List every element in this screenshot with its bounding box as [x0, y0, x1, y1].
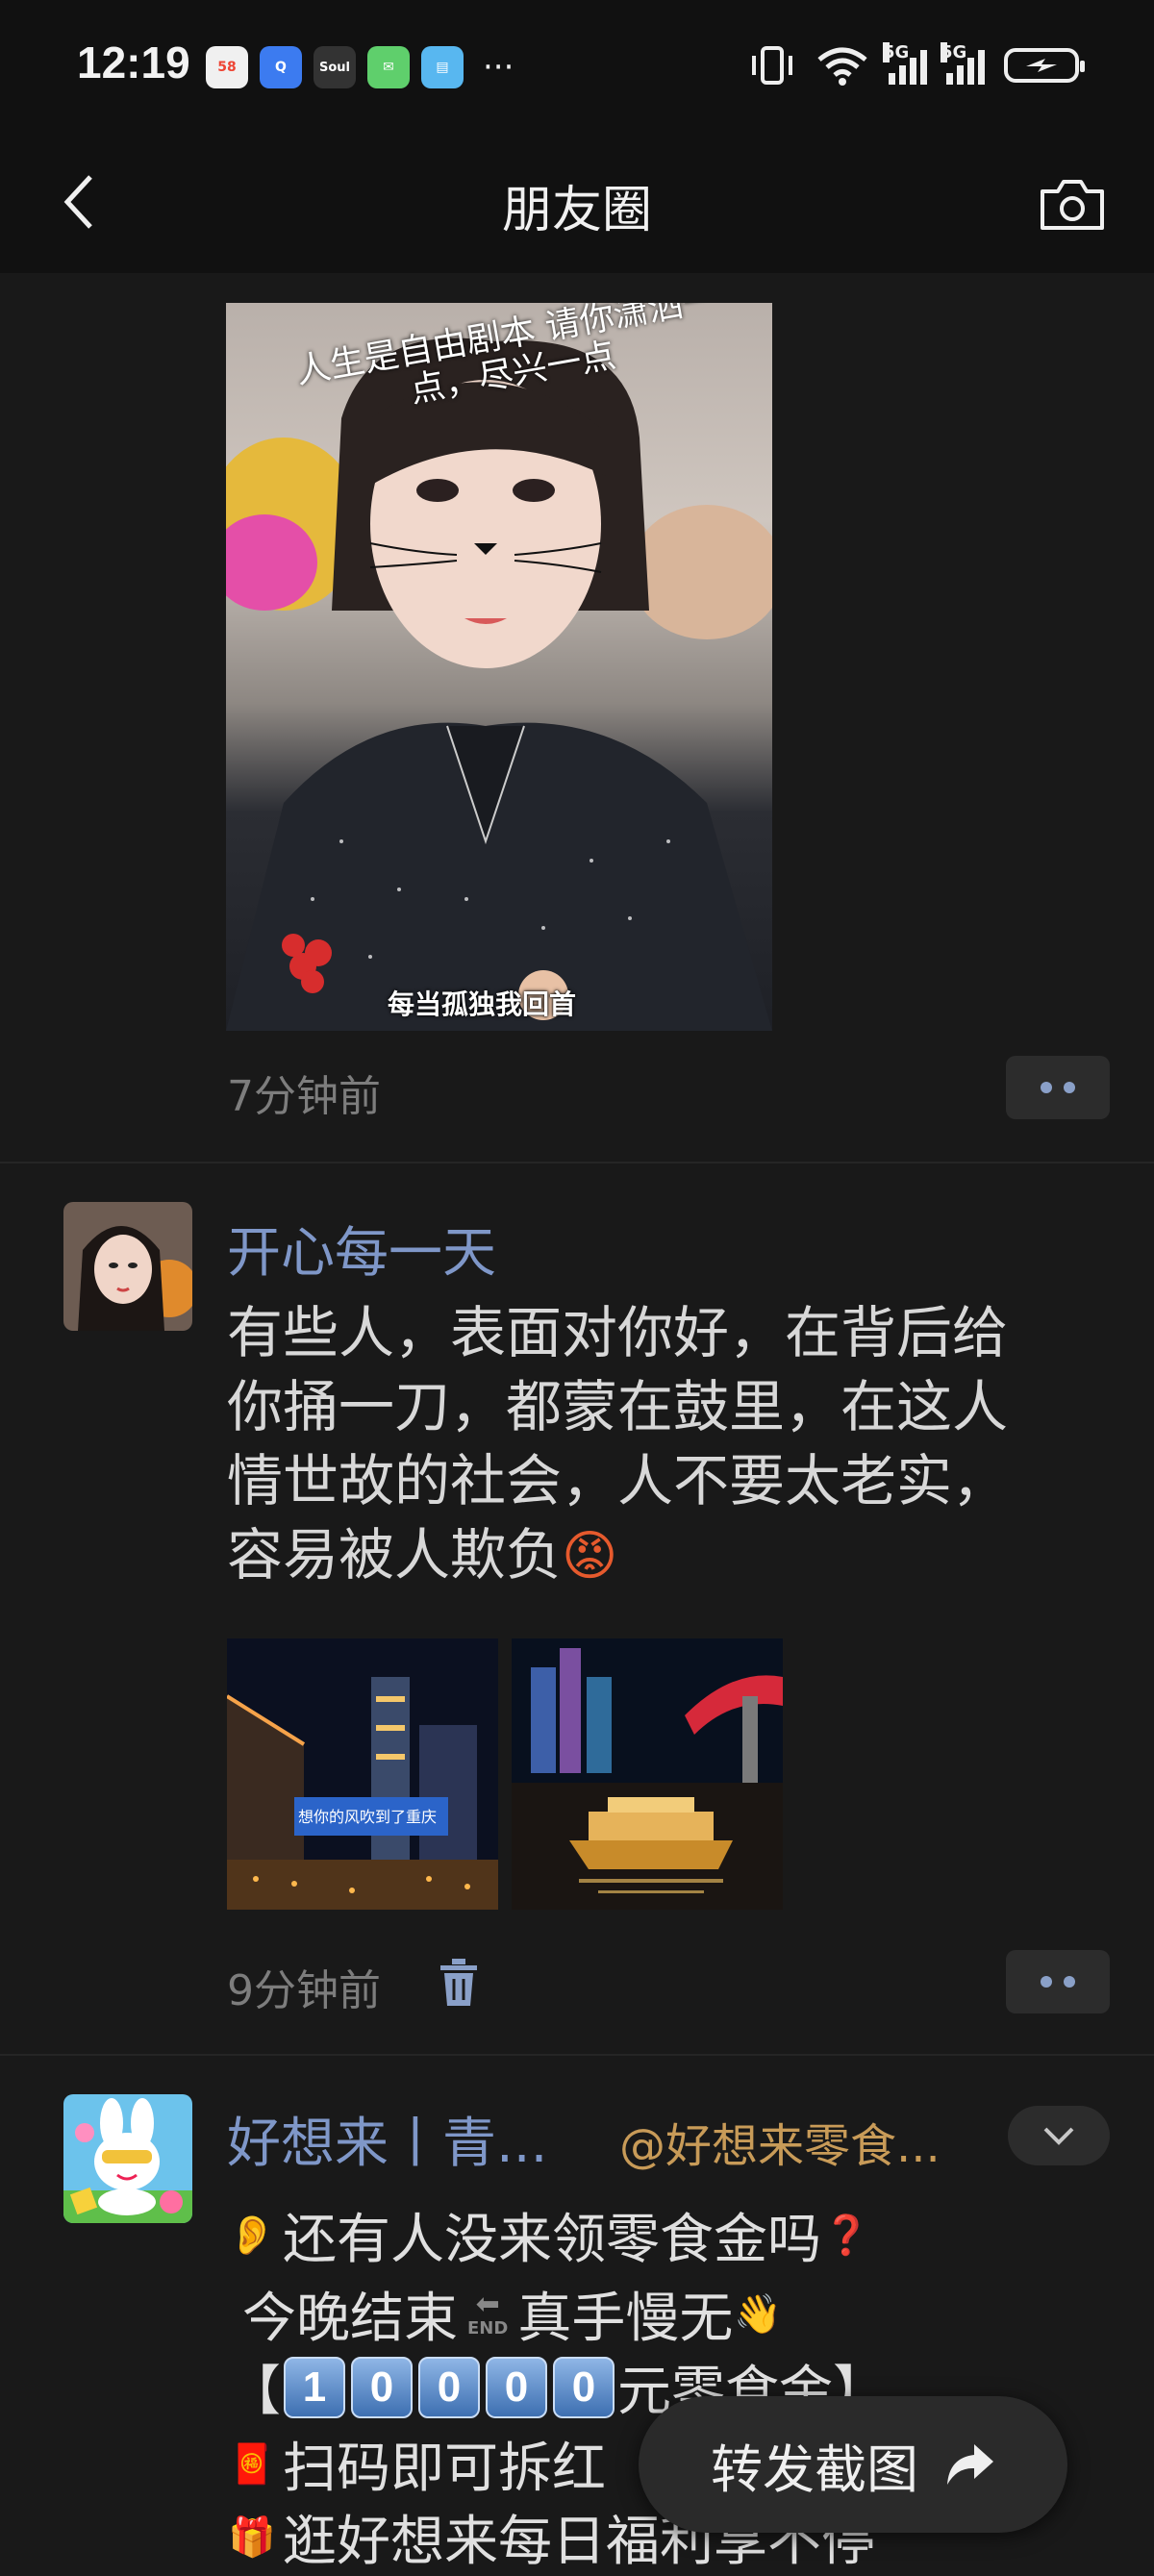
- avatar[interactable]: [63, 1202, 192, 1331]
- red-envelope-icon: 🧧: [228, 2442, 276, 2487]
- chat-app-icon: ✉: [367, 46, 410, 88]
- book-app-icon: ▤: [421, 46, 464, 88]
- avatar[interactable]: [63, 2094, 192, 2223]
- angry-face-icon: 😡: [562, 1525, 618, 1588]
- post-timestamp: 7分钟前: [227, 1072, 381, 1121]
- post-text-line: 容易被人欺负: [227, 1522, 563, 1588]
- collapse-button[interactable]: [1008, 2106, 1110, 2165]
- post-text: 有些人，表面对你好，在背后给 你捅一刀，都蒙在鼓里，在这人 情世故的社会，人不要…: [227, 1296, 1121, 1593]
- share-screenshot-button[interactable]: 转发截图: [639, 2396, 1067, 2533]
- battery-icon: [1004, 48, 1085, 83]
- photo-caption-bottom: 每当孤独我回首: [388, 988, 577, 1020]
- post-text-line: 有些人，表面对你好，在背后给: [227, 1300, 1009, 1365]
- status-bar: 12:19 58 Q Soul ✉ ▤ ··· 5G 5G: [0, 0, 1154, 135]
- post-text-line: 👂 还有人没来领零食金吗 ❓: [227, 2196, 877, 2274]
- qq-app-icon: Q: [260, 46, 302, 88]
- post-timestamp: 9分钟前: [227, 1966, 381, 2015]
- 58-app-icon: 58: [206, 46, 248, 88]
- camera-button[interactable]: [1029, 162, 1116, 248]
- camera-icon: [1041, 180, 1104, 230]
- keycap-digit: 0: [486, 2356, 547, 2418]
- question-mark-icon: ❓: [822, 2213, 870, 2258]
- post-text-line: 情世故的社会，人不要太老实，: [227, 1448, 1009, 1513]
- post-text-line: 今晚结束 ⬅ END 真手慢无 👋: [242, 2275, 789, 2353]
- post-image-thumb[interactable]: [512, 1638, 783, 1910]
- gift-icon: 🎁: [228, 2515, 276, 2560]
- post-text: 今晚结束: [242, 2288, 458, 2350]
- charging-bolt-icon: [1026, 59, 1057, 72]
- post-photo[interactable]: 人生是自由剧本 请你潇洒一点，尽兴一点 每当孤独我回首: [226, 303, 772, 1031]
- status-more: ···: [483, 48, 514, 87]
- trash-icon[interactable]: [435, 1956, 483, 2008]
- post-text: 还有人没来领零食金吗: [283, 2209, 821, 2271]
- post-image-thumb[interactable]: 想你的风吹到了重庆: [227, 1638, 498, 1910]
- page-title: 朋友圈: [501, 182, 652, 239]
- ear-icon: 👂: [228, 2213, 276, 2258]
- signal-icon-1: 5G: [883, 42, 927, 85]
- dot-icon: [1041, 1082, 1052, 1093]
- wifi-icon: [817, 47, 867, 86]
- post-more-button[interactable]: [1006, 1056, 1110, 1119]
- share-arrow-icon: [947, 2444, 993, 2485]
- end-arrow-icon: ⬅ END: [467, 2287, 509, 2338]
- thumb-sign-text: 想你的风吹到了重庆: [298, 1808, 438, 1826]
- end-label: END: [467, 2317, 509, 2338]
- dot-icon: [1064, 1082, 1075, 1093]
- network-type-1: 5G: [883, 42, 910, 63]
- post-text: 【: [227, 2361, 281, 2423]
- post-mention[interactable]: @好想来零食...: [619, 2108, 941, 2175]
- signal-icon-2: 5G: [941, 42, 985, 85]
- chevron-down-icon: [1043, 2127, 1074, 2145]
- nav-bar: 朋友圈: [0, 135, 1154, 273]
- post-divider: [0, 2054, 1154, 2056]
- dot-icon: [1041, 1976, 1052, 1988]
- post-text: 扫码即可拆红: [283, 2438, 606, 2500]
- post-text-line-last: 容易被人欺负😡: [227, 1518, 1121, 1593]
- vibrate-icon: [752, 46, 792, 85]
- post-username[interactable]: 开心每一天: [227, 1210, 496, 1288]
- keycap-digit: 0: [351, 2356, 413, 2418]
- keycap-digit: 0: [553, 2356, 615, 2418]
- soul-app-icon: Soul: [314, 46, 356, 88]
- post-text: 真手慢无: [517, 2288, 734, 2350]
- bunny-avatar-image: [63, 2094, 192, 2223]
- post-username[interactable]: 好想来丨青...: [227, 2100, 547, 2178]
- night-city-image: [227, 1638, 498, 1910]
- status-app-icons: 58 Q Soul ✉ ▤ ···: [206, 46, 514, 88]
- avatar-image: [63, 1202, 192, 1331]
- post-divider: [0, 1162, 1154, 1163]
- keycap-digit: 1: [284, 2356, 345, 2418]
- status-indicators: 5G 5G: [748, 42, 1085, 87]
- dot-icon: [1064, 1976, 1075, 1988]
- waving-hand-icon: 👋: [734, 2292, 783, 2337]
- status-time: 12:19: [77, 38, 190, 88]
- share-screenshot-label: 转发截图: [711, 2438, 918, 2500]
- keycap-digit: 0: [418, 2356, 480, 2418]
- post-text-line: 你捅一刀，都蒙在鼓里，在这人: [227, 1374, 1009, 1439]
- network-type-2: 5G: [941, 42, 967, 63]
- post-text-line: 🧧 扫码即可拆红: [227, 2425, 606, 2503]
- post-more-button[interactable]: [1006, 1950, 1110, 2013]
- river-cruise-image: [512, 1638, 783, 1910]
